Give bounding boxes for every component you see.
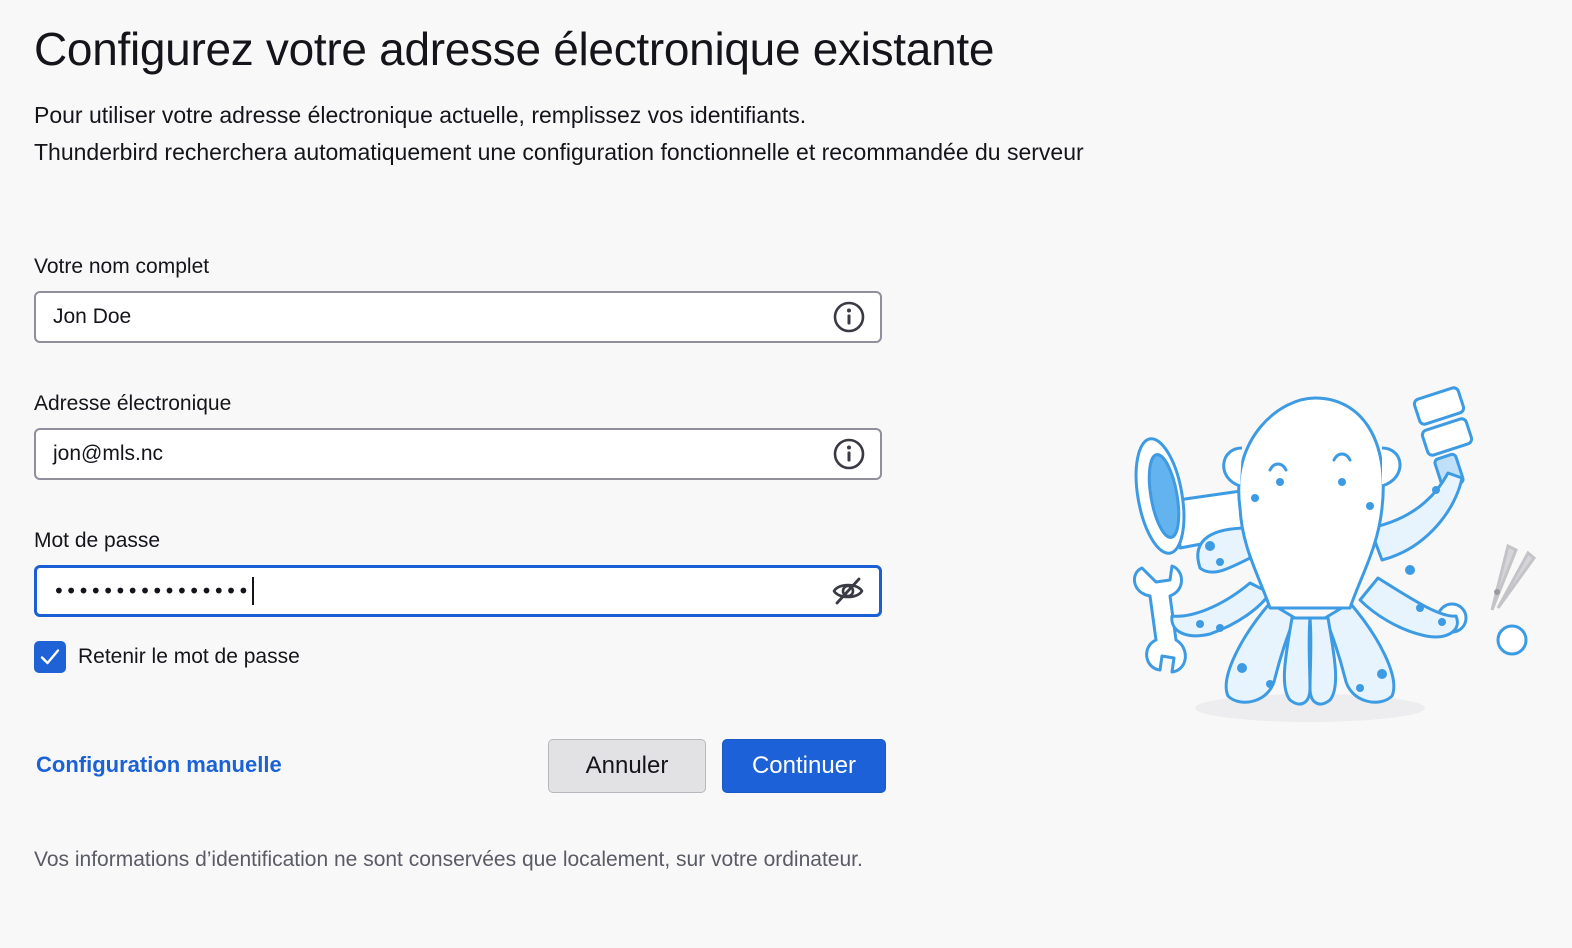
email-field[interactable]: jon@mls.nc [34, 428, 882, 480]
full-name-label: Votre nom complet [34, 255, 210, 278]
remember-password-row[interactable]: Retenir le mot de passe [34, 641, 300, 673]
password-value[interactable]: •••••••••••••••• [53, 568, 254, 614]
full-name-field[interactable]: Jon Doe [34, 291, 882, 343]
page-title: Configurez votre adresse électronique ex… [34, 23, 995, 75]
text-caret [251, 577, 254, 605]
octopus-illustration [1133, 386, 1537, 722]
cancel-button[interactable]: Annuler [548, 739, 706, 793]
remember-password-label[interactable]: Retenir le mot de passe [78, 645, 300, 669]
manual-config-link[interactable]: Configuration manuelle [36, 752, 282, 778]
remember-password-checkbox[interactable] [34, 641, 66, 673]
info-icon[interactable] [832, 300, 866, 334]
password-field[interactable]: •••••••••••••••• [34, 565, 882, 617]
continue-button[interactable]: Continuer [722, 739, 886, 793]
full-name-value[interactable]: Jon Doe [53, 293, 131, 341]
password-mask: •••••••••••••••• [53, 579, 250, 603]
email-value[interactable]: jon@mls.nc [53, 430, 163, 478]
intro-text: Pour utiliser votre adresse électronique… [34, 97, 1084, 171]
privacy-footnote: Vos informations d’identification ne son… [34, 848, 863, 871]
intro-line-2: Thunderbird recherchera automatiquement … [34, 139, 1084, 165]
info-icon[interactable] [832, 437, 866, 471]
checkmark-icon [40, 649, 60, 665]
intro-line-1: Pour utiliser votre adresse électronique… [34, 102, 807, 128]
eye-slash-icon[interactable] [831, 574, 865, 608]
password-label: Mot de passe [34, 529, 161, 552]
email-label: Adresse électronique [34, 392, 232, 415]
